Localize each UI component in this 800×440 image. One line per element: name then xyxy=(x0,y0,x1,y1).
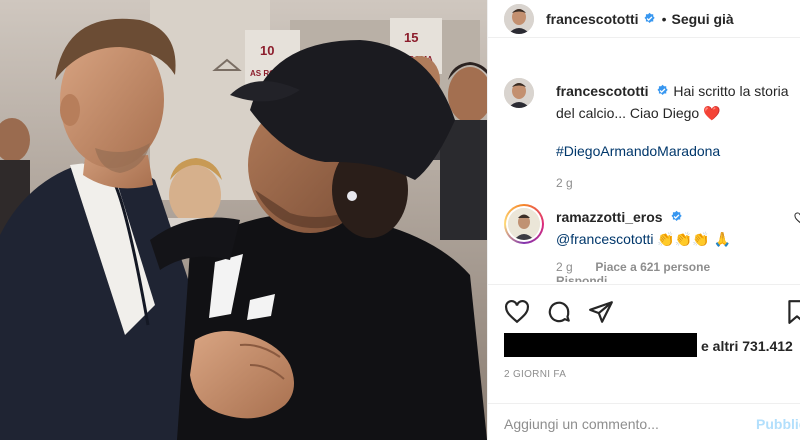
post-header: francescototti • Segui già xyxy=(488,0,800,38)
caption-line-1: Hai scritto la storia xyxy=(673,83,789,99)
author-username[interactable]: francescototti xyxy=(546,11,639,27)
likes-row: e altri 731.412 xyxy=(504,333,800,357)
red-heart-emoji: ❤️ xyxy=(703,105,721,121)
hashtag-link[interactable]: #DiegoArmandoMaradona xyxy=(556,143,720,159)
photo-illustration: 10 AS ROMA 15 AS ROMA xyxy=(0,0,487,440)
separator-dot: • xyxy=(661,10,667,27)
caption-author[interactable]: francescototti xyxy=(556,83,649,99)
post-side-panel: francescototti • Segui già francescotott… xyxy=(487,0,800,440)
action-icons xyxy=(504,299,800,327)
paper-plane-icon[interactable] xyxy=(588,299,614,325)
caption-text: francescototti Hai scritto la storia del… xyxy=(556,80,800,190)
mention-link[interactable]: @francescototti xyxy=(556,231,653,247)
comment-author-avatar[interactable] xyxy=(504,204,544,244)
verified-badge-icon xyxy=(644,12,655,23)
verified-badge-icon xyxy=(657,84,669,95)
poster-number-right: 15 xyxy=(404,30,418,45)
publish-button[interactable]: Pubblica xyxy=(756,416,800,432)
comment-like-heart-icon[interactable] xyxy=(794,212,800,224)
add-comment-bar: Pubblica xyxy=(488,403,800,440)
redacted-names-box xyxy=(504,333,697,357)
caption-age: 2 g xyxy=(556,176,573,190)
comment-likes-count[interactable]: Piace a 621 persone xyxy=(595,260,710,274)
author-avatar[interactable] xyxy=(504,3,534,34)
caption-line-2: del calcio... Ciao Diego xyxy=(556,105,700,121)
bookmark-icon[interactable] xyxy=(784,299,800,325)
comment-author[interactable]: ramazzotti_eros xyxy=(556,209,663,225)
likes-count[interactable]: e altri 731.412 xyxy=(701,338,793,354)
comment-bubble-icon[interactable] xyxy=(546,299,572,325)
comment-text: ramazzotti_eros @francescototti 👏👏👏 🙏 2 … xyxy=(556,206,800,282)
post-timestamp: 2 GIORNI FA xyxy=(504,369,567,380)
caption-author-avatar[interactable] xyxy=(504,78,534,108)
add-comment-input[interactable] xyxy=(504,416,734,432)
post-photo[interactable]: 10 AS ROMA 15 AS ROMA xyxy=(0,0,487,440)
poster-number-left: 10 xyxy=(260,43,274,58)
comment-age: 2 g xyxy=(556,260,573,274)
verified-badge-icon xyxy=(671,210,683,221)
heart-outline-icon[interactable] xyxy=(504,299,530,325)
follow-status-button[interactable]: Segui già xyxy=(671,11,733,27)
post-actions: e altri 731.412 2 GIORNI FA Pubblica xyxy=(488,284,800,434)
reply-button[interactable]: Rispondi xyxy=(556,274,607,282)
comments-list[interactable]: francescototti Hai scritto la storia del… xyxy=(488,62,800,284)
comment-emojis: 👏👏👏 🙏 xyxy=(657,231,731,247)
